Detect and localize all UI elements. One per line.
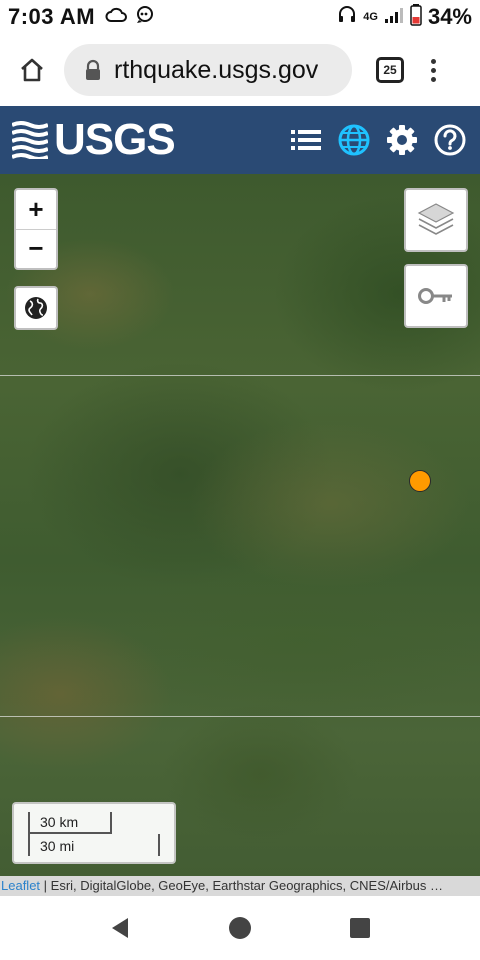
list-icon [291, 130, 321, 150]
battery-icon [410, 3, 422, 31]
signal-icon [384, 6, 404, 29]
attribution-text: | Esri, DigitalGlobe, GeoEye, Earthstar … [40, 878, 443, 893]
browser-toolbar: rthquake.usgs.gov 25 [0, 34, 480, 106]
earthquake-marker[interactable] [409, 470, 431, 492]
cloud-icon [105, 7, 128, 28]
scale-mi-label: 30 mi [28, 834, 160, 856]
home-icon [21, 58, 43, 82]
map-attribution: Leaflet | Esri, DigitalGlobe, GeoEye, Ea… [0, 876, 480, 896]
address-bar[interactable]: rthquake.usgs.gov [64, 44, 352, 96]
help-button[interactable] [434, 124, 466, 156]
earth-icon [25, 297, 47, 319]
globe-icon [338, 124, 370, 156]
scale-km-label: 30 km [28, 812, 112, 834]
map-button[interactable] [338, 124, 370, 156]
latitude-line [0, 716, 480, 717]
zoom-control: + − [14, 188, 58, 270]
satellite-map[interactable]: + − 30 km 30 mi [0, 174, 480, 876]
back-triangle-icon [112, 918, 128, 938]
back-button[interactable] [108, 916, 132, 940]
usgs-logo[interactable]: USGS [12, 115, 176, 165]
notification-icon [135, 5, 155, 29]
latitude-line [0, 375, 480, 376]
recents-button[interactable] [348, 916, 372, 940]
logo-text: USGS [54, 115, 176, 164]
site-header: USGS [0, 106, 480, 174]
layers-button[interactable] [404, 188, 468, 252]
zoom-out-button[interactable]: − [16, 228, 56, 269]
lock-icon [86, 59, 100, 80]
headset-icon [337, 5, 357, 30]
url-text: rthquake.usgs.gov [114, 55, 319, 84]
settings-button[interactable] [386, 124, 418, 156]
system-nav-bar [0, 896, 480, 960]
recents-square-icon [350, 918, 370, 938]
home-button[interactable] [14, 52, 50, 88]
help-icon [434, 124, 466, 156]
usgs-wave-icon [12, 121, 48, 159]
browser-menu-button[interactable] [428, 58, 438, 82]
home-circle-icon [229, 917, 251, 939]
key-icon [418, 288, 452, 304]
scale-bar: 30 km 30 mi [12, 802, 176, 864]
status-bar: 7:03 AM 4G 34% [0, 0, 480, 34]
tab-switcher-button[interactable]: 25 [376, 57, 404, 83]
battery-percent: 34% [427, 4, 472, 29]
list-button[interactable] [290, 124, 322, 156]
world-view-button[interactable] [14, 286, 58, 330]
status-time: 7:03 AM [8, 4, 96, 29]
home-nav-button[interactable] [228, 916, 252, 940]
leaflet-link[interactable]: Leaflet [1, 878, 40, 893]
zoom-in-button[interactable]: + [16, 190, 56, 229]
legend-button[interactable] [404, 264, 468, 328]
gear-icon [387, 125, 417, 155]
network-type-label: 4G [363, 11, 378, 23]
layers-icon [417, 203, 455, 235]
